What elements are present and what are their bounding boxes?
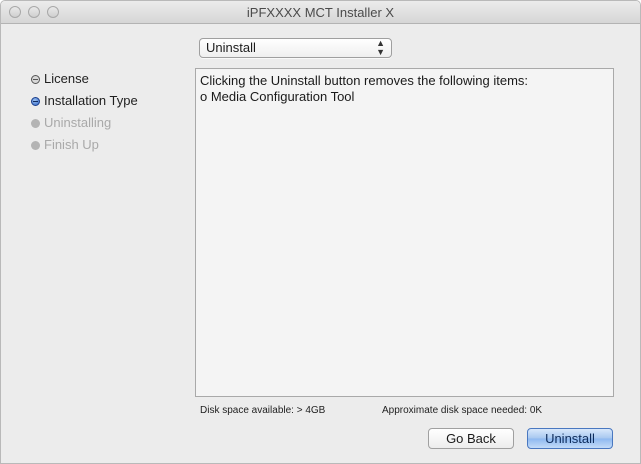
install-type-value: Uninstall: [206, 40, 256, 55]
title-bar: iPFXXXX MCT Installer X: [1, 1, 640, 24]
step-label: Installation Type: [44, 93, 138, 108]
items-text-panel[interactable]: Clicking the Uninstall button removes th…: [195, 68, 614, 397]
installer-steps: License Installation Type Uninstalling F…: [31, 71, 138, 159]
step-current-icon: [31, 97, 40, 106]
step-label: License: [44, 71, 89, 86]
install-type-popup[interactable]: Uninstall ▲ ▼: [199, 38, 392, 58]
installer-window: iPFXXXX MCT Installer X License Installa…: [0, 0, 641, 464]
step-label: Finish Up: [44, 137, 99, 152]
step-uninstalling: Uninstalling: [31, 115, 138, 137]
panel-description: Clicking the Uninstall button removes th…: [200, 73, 529, 88]
panel-item: o Media Configuration Tool: [200, 89, 355, 104]
step-pending-icon: [31, 141, 40, 150]
window-title: iPFXXXX MCT Installer X: [246, 5, 395, 20]
step-pending-icon: [31, 119, 40, 128]
step-label: Uninstalling: [44, 115, 112, 130]
up-down-arrows-icon: ▲ ▼: [376, 38, 385, 57]
disk-space-needed: Approximate disk space needed: 0K: [382, 405, 543, 416]
step-installation-type: Installation Type: [31, 93, 138, 115]
step-finish-up: Finish Up: [31, 137, 138, 159]
uninstall-button[interactable]: Uninstall: [527, 428, 613, 449]
step-complete-icon: [31, 75, 40, 84]
disk-space-available: Disk space available: > 4GB: [200, 405, 326, 416]
step-license: License: [31, 71, 138, 93]
go-back-button[interactable]: Go Back: [428, 428, 514, 449]
